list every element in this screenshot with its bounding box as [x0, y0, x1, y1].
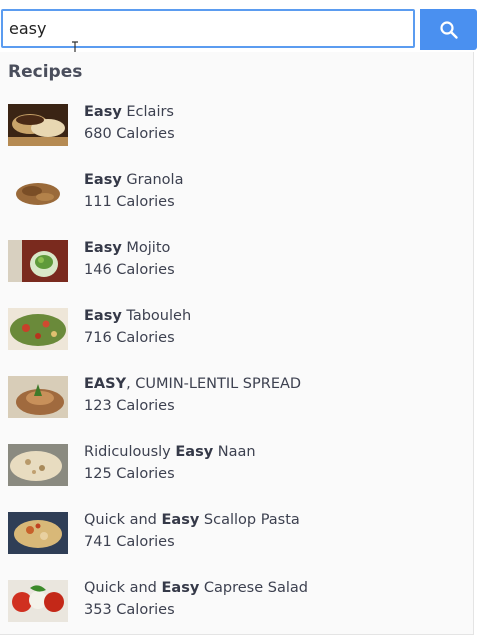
- recipe-name: Easy Eclairs: [84, 104, 174, 120]
- search-bar: [0, 0, 477, 57]
- recipe-item[interactable]: EASY, CUMIN-LENTIL SPREAD 123 Calories: [0, 369, 473, 437]
- search-icon: [439, 20, 458, 39]
- recipe-calories: 353 Calories: [84, 602, 175, 618]
- lentil-spread-photo: [8, 376, 68, 418]
- recipe-item[interactable]: Easy Granola 111 Calories: [0, 165, 473, 233]
- search-button[interactable]: [420, 9, 477, 50]
- autocomplete-dropdown: Recipes Easy Eclairs 680 Calories Easy G…: [0, 52, 474, 635]
- granola-photo: [8, 172, 68, 214]
- section-heading-recipes: Recipes: [8, 62, 83, 82]
- recipe-name: Quick and Easy Caprese Salad: [84, 580, 308, 596]
- recipe-item[interactable]: Quick and Easy Caprese Salad 353 Calorie…: [0, 573, 473, 641]
- recipe-item[interactable]: Easy Tabouleh 716 Calories: [0, 301, 473, 369]
- naan-photo: [8, 444, 68, 486]
- recipe-item[interactable]: Quick and Easy Scallop Pasta 741 Calorie…: [0, 505, 473, 573]
- caprese-salad-photo: [8, 580, 68, 622]
- recipe-name: Easy Tabouleh: [84, 308, 192, 324]
- recipe-name: Easy Granola: [84, 172, 184, 188]
- recipe-item[interactable]: Easy Mojito 146 Calories: [0, 233, 473, 301]
- recipe-calories: 123 Calories: [84, 398, 175, 414]
- recipe-calories: 125 Calories: [84, 466, 175, 482]
- recipe-calories: 741 Calories: [84, 534, 175, 550]
- recipe-name: EASY, CUMIN-LENTIL SPREAD: [84, 376, 302, 392]
- recipe-calories: 146 Calories: [84, 262, 175, 278]
- scallop-pasta-photo: [8, 512, 68, 554]
- mojito-photo: [8, 240, 68, 282]
- recipe-calories: 716 Calories: [84, 330, 175, 346]
- recipe-name: Ridiculously Easy Naan: [84, 444, 256, 460]
- eclairs-photo: [8, 104, 68, 146]
- recipe-item[interactable]: Ridiculously Easy Naan 125 Calories: [0, 437, 473, 505]
- search-input[interactable]: [1, 9, 415, 48]
- recipe-name: Easy Mojito: [84, 240, 171, 256]
- recipe-calories: 111 Calories: [84, 194, 175, 210]
- recipe-calories: 680 Calories: [84, 126, 175, 142]
- recipe-list: Easy Eclairs 680 Calories Easy Granola 1…: [0, 97, 473, 641]
- recipe-item[interactable]: Easy Eclairs 680 Calories: [0, 97, 473, 165]
- tabouleh-photo: [8, 308, 68, 350]
- recipe-name: Quick and Easy Scallop Pasta: [84, 512, 300, 528]
